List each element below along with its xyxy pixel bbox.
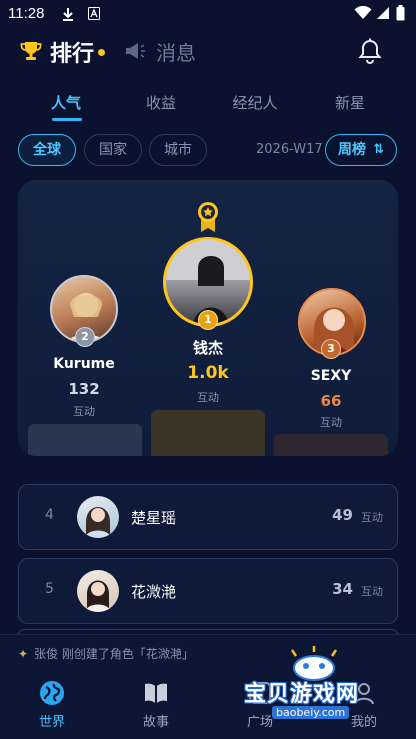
rank-title[interactable]: 排行 [50, 36, 94, 68]
name-third: SEXY [310, 368, 352, 384]
row-unit: 互动 [361, 585, 383, 598]
score-second: 132 [68, 380, 100, 398]
filter-country[interactable]: 国家 [84, 134, 142, 166]
ranking-row[interactable]: 4 楚星瑶 49 互动 [18, 484, 398, 550]
row-score: 49 [332, 506, 353, 524]
name-second: Kurume [53, 356, 115, 372]
row-avatar [77, 570, 119, 612]
name-first: 钱杰 [192, 339, 223, 357]
rank-badge-second: 2 [75, 327, 95, 347]
row-rank: 4 [45, 507, 54, 523]
category-tabs: 人气 收益 经纪人 新星 [0, 88, 416, 124]
crown-ribbon-icon [196, 200, 220, 238]
row-avatar [77, 496, 119, 538]
podium-block-third [274, 434, 388, 456]
nav-world-label: 世界 [38, 715, 65, 730]
tab-agent[interactable]: 经纪人 [225, 92, 285, 113]
status-time: 11:28 [8, 5, 45, 22]
ranking-row[interactable]: 5 花溦滟 34 互动 [18, 558, 398, 624]
filter-global[interactable]: 全球 [18, 134, 76, 166]
filter-city[interactable]: 城市 [149, 134, 207, 166]
trophy-icon [20, 40, 42, 62]
sort-icon: ⇅ [373, 142, 384, 157]
status-bar: 11:28 [0, 0, 416, 28]
filter-bar: 全球 国家 城市 2026-W17 周榜 ⇅ [0, 134, 416, 170]
sparkle-icon: ✦ [18, 647, 29, 661]
score-third: 66 [320, 392, 342, 410]
messages-title[interactable]: 消息 [156, 37, 196, 66]
download-icon [62, 7, 74, 24]
tab-new-star[interactable]: 新星 [320, 92, 380, 113]
nav-story[interactable]: 故事 [121, 679, 191, 730]
unit-second: 互动 [73, 405, 95, 418]
row-rank: 5 [45, 581, 54, 597]
active-tab-indicator [52, 118, 82, 121]
signal-icon [376, 6, 390, 23]
unit-first: 互动 [197, 391, 219, 404]
nav-world[interactable]: 世界 [17, 679, 87, 730]
row-name: 楚星瑶 [131, 509, 177, 527]
globe-icon [40, 681, 64, 705]
app-notification-icon [88, 7, 100, 23]
row-unit: 互动 [361, 511, 383, 524]
podium-card: 2 Kurume 132 互动 1 钱杰 1.0k 互动 3 SEXY 66 互… [18, 180, 398, 456]
period-toggle-button[interactable]: 周榜 ⇅ [325, 134, 397, 166]
watermark-url: baobeiy.com [272, 706, 350, 719]
podium-block-first [151, 410, 265, 456]
row-name: 花溦滟 [131, 583, 177, 601]
header: 排行 消息 [0, 32, 416, 72]
tab-earnings[interactable]: 收益 [131, 92, 191, 113]
rank-badge-third: 3 [321, 339, 341, 359]
period-label: 周榜 [338, 142, 366, 158]
rank-badge-first: 1 [198, 310, 218, 330]
watermark-text: 宝贝游戏网 [244, 682, 360, 707]
activity-text: 张俊 刚创建了角色「花溦滟」 [34, 647, 194, 661]
megaphone-icon [124, 42, 146, 60]
score-first: 1.0k [187, 363, 229, 383]
podium-block-second [28, 424, 142, 456]
battery-icon [396, 5, 405, 24]
unread-dot [98, 49, 105, 56]
wifi-icon [354, 5, 372, 23]
tab-popularity[interactable]: 人气 [36, 92, 96, 113]
bell-icon[interactable] [358, 38, 382, 64]
book-icon [145, 683, 167, 703]
activity-ticker: ✦ 张俊 刚创建了角色「花溦滟」 [18, 645, 194, 662]
watermark: 宝贝游戏网 baobeiy.com [234, 646, 394, 730]
unit-third: 互动 [320, 416, 342, 429]
nav-story-label: 故事 [142, 715, 169, 730]
week-label: 2026-W17 [256, 142, 323, 157]
row-score: 34 [332, 580, 353, 598]
